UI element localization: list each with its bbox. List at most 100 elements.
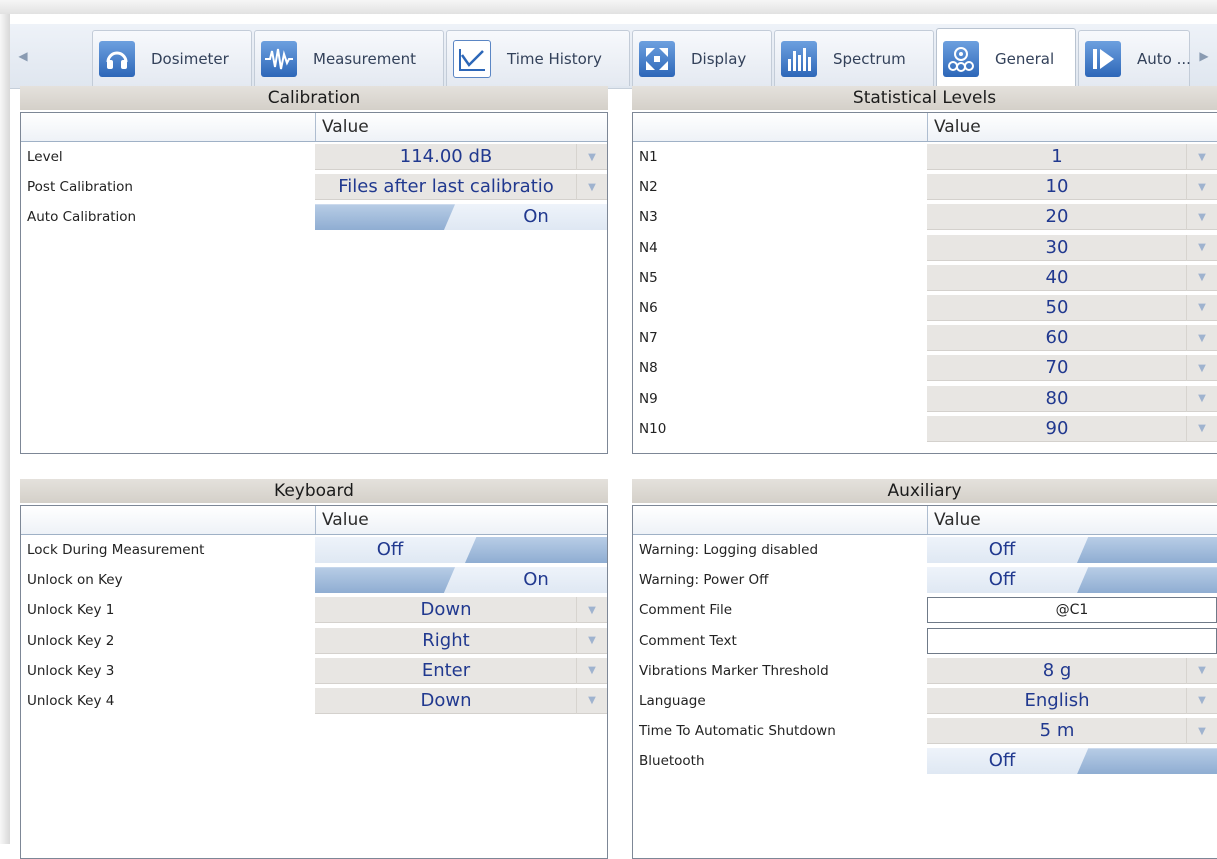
chevron-down-icon[interactable]: ▼ xyxy=(576,687,607,714)
chevron-down-icon[interactable]: ▼ xyxy=(576,627,607,654)
vibrations-threshold-dropdown[interactable]: 8 g ▼ xyxy=(927,657,1217,684)
tab-dosimeter[interactable]: Dosimeter xyxy=(92,30,252,86)
unlock-key-4-dropdown[interactable]: Down ▼ xyxy=(315,687,607,714)
n9-dropdown[interactable]: 80 ▼ xyxy=(927,385,1217,412)
keyboard-row-key3: Unlock Key 3 Enter ▼ xyxy=(21,656,607,686)
row-label: N1 xyxy=(639,149,658,165)
n3-dropdown[interactable]: 20 ▼ xyxy=(927,204,1217,231)
level-dropdown[interactable]: 114.00 dB ▼ xyxy=(315,144,607,170)
stat-row-n2: N2 10 ▼ xyxy=(633,172,1217,202)
toggle-value: On xyxy=(523,206,549,228)
chevron-down-icon[interactable]: ▼ xyxy=(1186,204,1217,231)
row-label: Unlock Key 4 xyxy=(27,692,115,709)
warning-logging-toggle[interactable]: Off xyxy=(927,537,1217,563)
stat-row-n7: N7 60 ▼ xyxy=(633,323,1217,353)
chevron-down-icon[interactable]: ▼ xyxy=(576,144,607,170)
toggle-value: Off xyxy=(988,539,1016,560)
n2-dropdown[interactable]: 10 ▼ xyxy=(927,174,1217,201)
calibration-row-auto: Auto Calibration On xyxy=(21,202,607,232)
row-label: Post Calibration xyxy=(27,179,133,196)
aux-row-comment-text: Comment Text xyxy=(633,626,1217,656)
chevron-down-icon[interactable]: ▼ xyxy=(1186,144,1217,170)
toggle-value: Off xyxy=(988,569,1016,591)
chevron-down-icon[interactable]: ▼ xyxy=(576,174,607,201)
lock-during-measurement-toggle[interactable]: Off xyxy=(315,537,607,563)
chevron-down-icon[interactable]: ▼ xyxy=(1186,718,1217,745)
row-label: Auto Calibration xyxy=(27,209,137,226)
tab-general[interactable]: General xyxy=(936,28,1076,88)
chevron-down-icon[interactable]: ▼ xyxy=(1186,687,1217,714)
row-label: N4 xyxy=(639,239,658,256)
dropdown-value: 70 xyxy=(1045,357,1069,379)
n10-dropdown[interactable]: 90 ▼ xyxy=(927,415,1217,442)
dropdown-value: 114.00 dB xyxy=(399,146,493,167)
column-header: Value xyxy=(21,113,607,142)
bluetooth-toggle[interactable]: Off xyxy=(927,748,1217,775)
calibration-title: Calibration xyxy=(20,86,608,110)
chevron-down-icon[interactable]: ▼ xyxy=(1186,657,1217,684)
tab-scroll-left-icon[interactable]: ◀ xyxy=(10,24,36,88)
tab-auto[interactable]: Auto ... xyxy=(1078,30,1191,86)
window-left-edge xyxy=(0,14,10,844)
row-label: N9 xyxy=(639,390,658,407)
input-value: @C1 xyxy=(1055,602,1089,619)
chevron-down-icon[interactable]: ▼ xyxy=(1186,264,1217,291)
chevron-down-icon[interactable]: ▼ xyxy=(1186,385,1217,412)
auto-calibration-toggle[interactable]: On xyxy=(315,204,607,231)
chevron-down-icon[interactable]: ▼ xyxy=(1186,355,1217,382)
unlock-on-key-toggle[interactable]: On xyxy=(315,567,607,594)
n4-dropdown[interactable]: 30 ▼ xyxy=(927,234,1217,261)
post-calibration-dropdown[interactable]: Files after last calibratio ▼ xyxy=(315,174,607,201)
toggle-knob xyxy=(1077,748,1217,775)
row-label: Lock During Measurement xyxy=(27,542,205,558)
keyboard-row-unlock-on-key: Unlock on Key On xyxy=(21,565,607,595)
comment-text-input[interactable] xyxy=(927,627,1217,654)
n5-dropdown[interactable]: 40 ▼ xyxy=(927,264,1217,291)
n6-dropdown[interactable]: 50 ▼ xyxy=(927,294,1217,321)
toggle-knob xyxy=(1077,567,1217,594)
waveform-icon xyxy=(261,40,297,77)
dropdown-value: Down xyxy=(420,599,472,621)
chevron-down-icon[interactable]: ▼ xyxy=(1186,174,1217,201)
tab-measurement[interactable]: Measurement xyxy=(254,30,444,86)
auxiliary-grid: Value Warning: Logging disabled Off Warn… xyxy=(632,505,1217,859)
row-label: N6 xyxy=(639,299,658,316)
n1-dropdown[interactable]: 1 ▼ xyxy=(927,144,1217,170)
language-dropdown[interactable]: English ▼ xyxy=(927,687,1217,714)
tab-spectrum[interactable]: Spectrum xyxy=(774,30,934,86)
tab-label: Auto ... xyxy=(1137,49,1191,68)
warning-power-off-toggle[interactable]: Off xyxy=(927,567,1217,594)
row-label: Comment Text xyxy=(639,632,737,649)
chevron-down-icon[interactable]: ▼ xyxy=(576,657,607,684)
n7-dropdown[interactable]: 60 ▼ xyxy=(927,325,1217,352)
chevron-down-icon[interactable]: ▼ xyxy=(576,597,607,624)
chevron-down-icon[interactable]: ▼ xyxy=(1186,234,1217,261)
dropdown-value: 90 xyxy=(1045,417,1069,439)
toggle-value: On xyxy=(523,569,549,591)
auto-shutdown-dropdown[interactable]: 5 m ▼ xyxy=(927,718,1217,745)
chevron-down-icon[interactable]: ▼ xyxy=(1186,325,1217,352)
tab-display[interactable]: Display xyxy=(632,30,772,86)
aux-row-warning-logging: Warning: Logging disabled Off xyxy=(633,535,1217,565)
n8-dropdown[interactable]: 70 ▼ xyxy=(927,355,1217,382)
unlock-key-3-dropdown[interactable]: Enter ▼ xyxy=(315,657,607,684)
unlock-key-1-dropdown[interactable]: Down ▼ xyxy=(315,597,607,624)
tab-time-history[interactable]: Time History xyxy=(446,30,630,86)
calibration-row-post: Post Calibration Files after last calibr… xyxy=(21,172,607,202)
row-label: Vibrations Marker Threshold xyxy=(639,662,829,679)
tab-scroll-right-icon[interactable]: ▶ xyxy=(1191,24,1217,88)
tab-label: Display xyxy=(691,49,747,68)
chevron-down-icon[interactable]: ▼ xyxy=(1186,415,1217,442)
tab-label: Dosimeter xyxy=(151,49,229,68)
dropdown-value: Right xyxy=(422,629,470,651)
stat-row-n10: N10 90 ▼ xyxy=(633,414,1217,444)
aux-row-bluetooth: Bluetooth Off xyxy=(633,746,1217,776)
comment-file-input[interactable]: @C1 xyxy=(927,597,1217,624)
chevron-down-icon[interactable]: ▼ xyxy=(1186,294,1217,321)
dropdown-value: 60 xyxy=(1045,327,1069,349)
keyboard-row-key4: Unlock Key 4 Down ▼ xyxy=(21,686,607,716)
dropdown-value: English xyxy=(1024,689,1090,711)
row-label: Unlock on Key xyxy=(27,572,123,589)
unlock-key-2-dropdown[interactable]: Right ▼ xyxy=(315,627,607,654)
aux-row-comment-file: Comment File @C1 xyxy=(633,595,1217,625)
